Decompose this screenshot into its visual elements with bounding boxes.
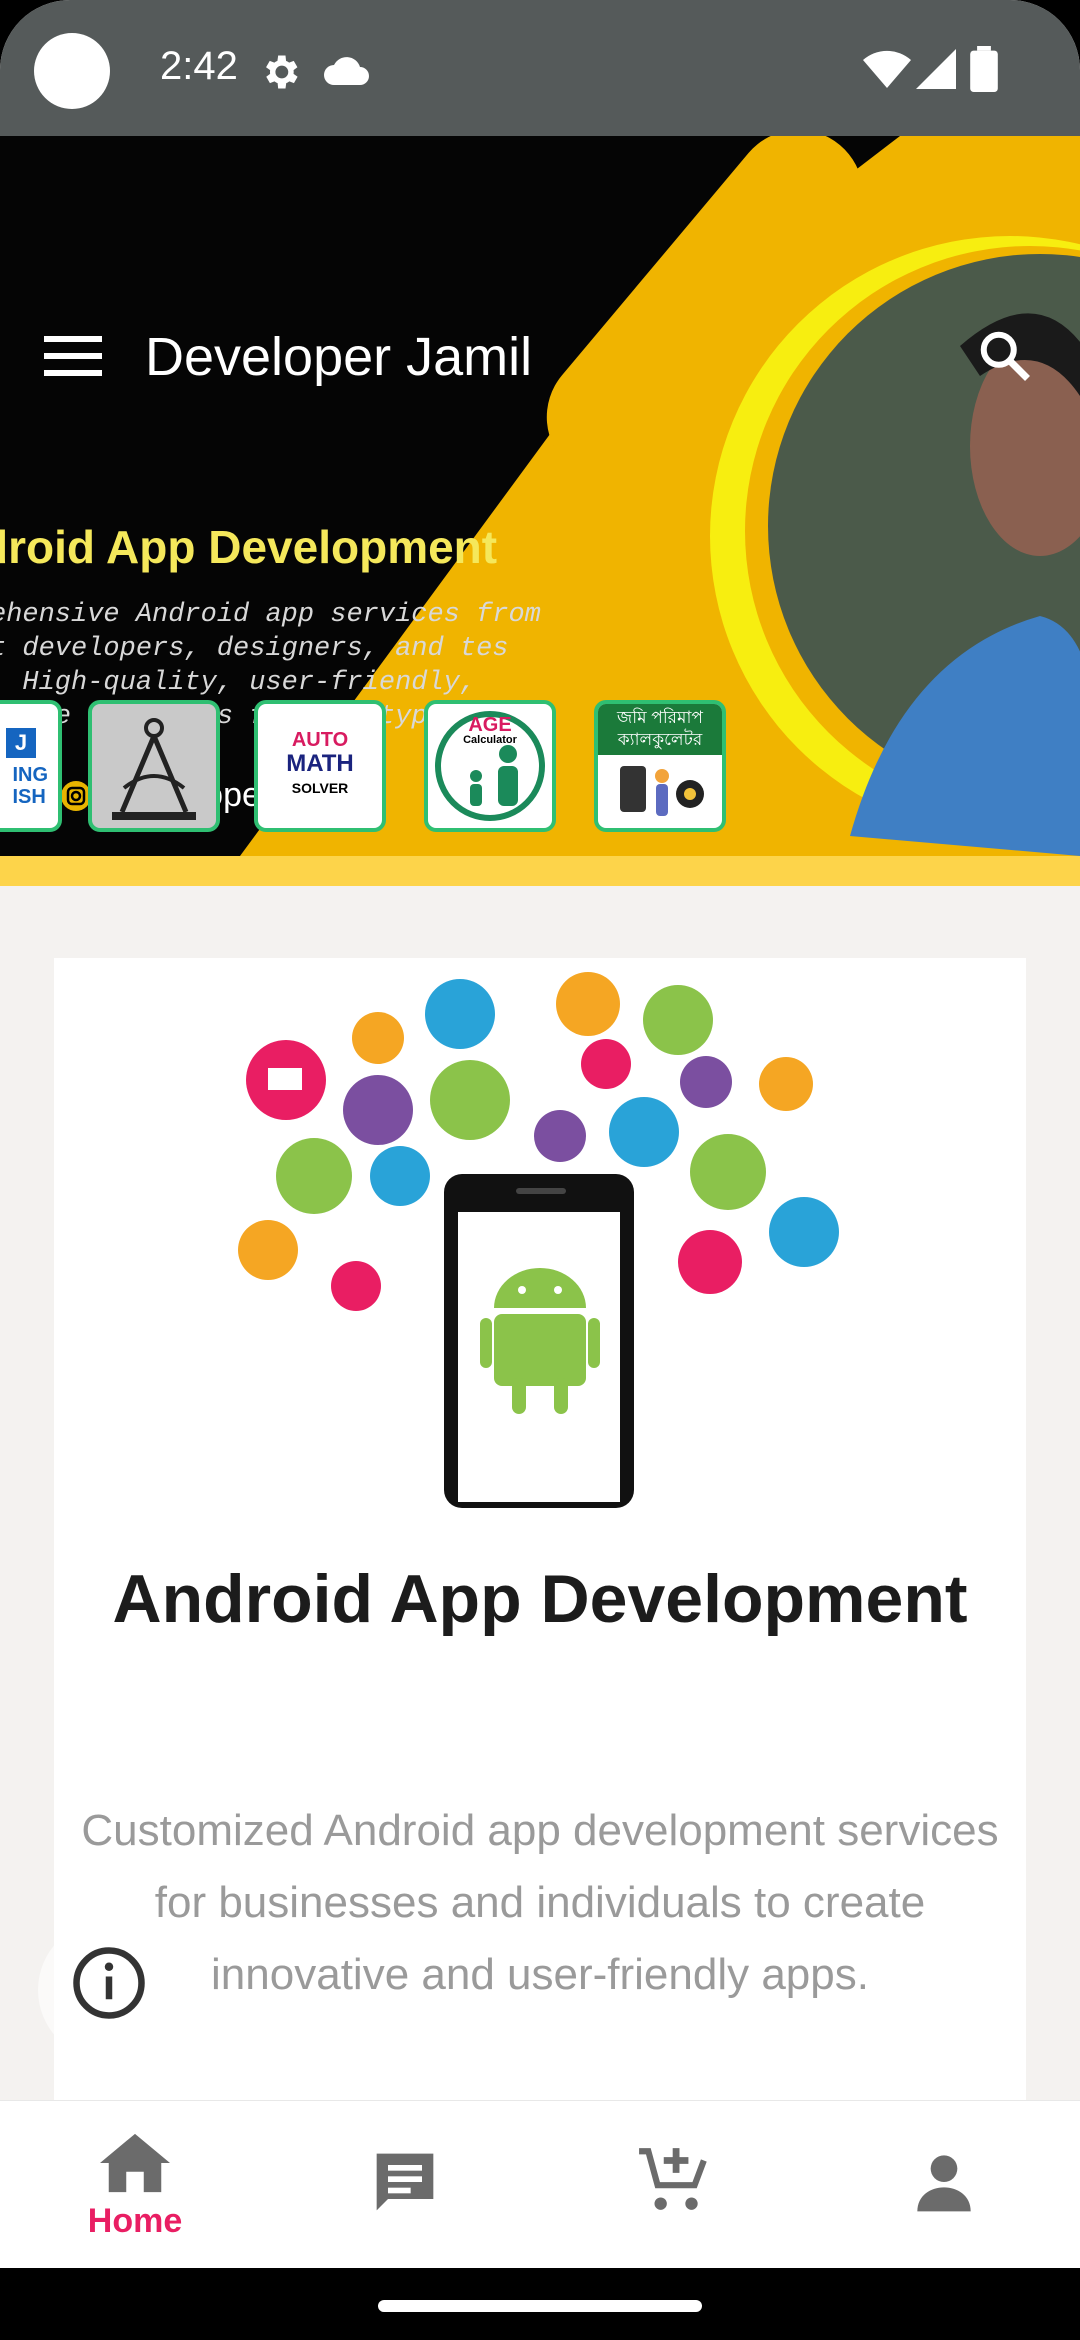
search-icon[interactable]	[975, 326, 1035, 386]
nav-home[interactable]: Home	[0, 2100, 270, 2268]
settings-icon	[266, 55, 298, 89]
nav-profile[interactable]	[810, 2100, 1080, 2268]
menu-icon[interactable]	[44, 336, 102, 376]
card-title: Android App Development	[112, 1561, 968, 1637]
app-tile-age-calculator: AGE Calculator	[424, 700, 556, 832]
banner-stripe	[0, 856, 1080, 886]
signal-icon	[916, 49, 956, 89]
card-description: Customized Android app development servi…	[81, 1806, 999, 1999]
home-icon	[100, 2133, 170, 2193]
phone-screen: 2:42 Developer Jamil droid App Developme…	[0, 0, 1080, 2340]
header-banner: Developer Jamil droid App Development eh…	[0, 136, 1080, 856]
app-tile-english: J ING ISH	[0, 700, 62, 832]
chat-icon	[376, 2153, 434, 2211]
banner-title: droid App Development	[0, 521, 498, 573]
app-tile-land-measure: জমি পরিমাপ ক্যালকুলেটর	[594, 700, 726, 832]
nav-chat[interactable]	[270, 2100, 540, 2268]
status-time: 2:42	[160, 44, 238, 88]
nav-home-label: Home	[87, 2202, 183, 2240]
land-measure-icon	[620, 766, 704, 816]
app-title: Developer Jamil	[145, 327, 533, 387]
status-bar: 2:42	[0, 0, 1080, 136]
app-tile-auto-math: AUTO MATH SOLVER	[254, 700, 386, 832]
compass-icon	[112, 718, 196, 820]
cloud-icon	[324, 57, 369, 85]
cart-icon	[639, 2148, 707, 2210]
wifi-icon	[863, 50, 911, 88]
home-indicator[interactable]	[378, 2300, 702, 2312]
app-tile-compass	[88, 700, 220, 832]
camera-cutout	[34, 33, 110, 109]
android-illustration	[238, 972, 839, 1508]
person-icon	[917, 2155, 971, 2212]
info-icon[interactable]	[70, 1944, 148, 2022]
battery-icon	[970, 46, 998, 92]
nav-cart[interactable]	[540, 2100, 810, 2268]
